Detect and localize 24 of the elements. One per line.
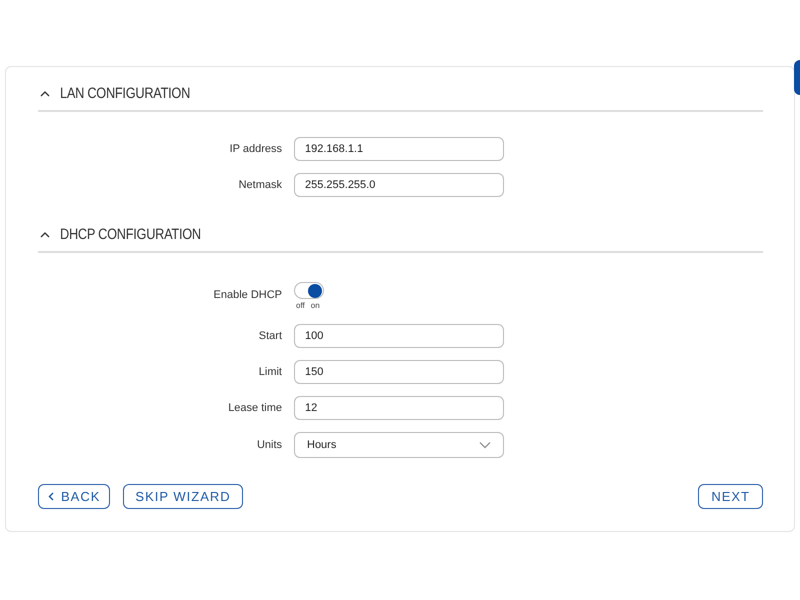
field-label: IP address	[230, 142, 282, 157]
field-label: Netmask	[238, 178, 282, 193]
off-text: off	[296, 300, 305, 312]
text-field[interactable]: 192.168.1.1	[294, 137, 504, 161]
field-label: Lease time	[228, 400, 282, 416]
chevron-left-icon	[48, 492, 54, 501]
units-dropdown[interactable]: Hours	[294, 432, 504, 458]
text-field[interactable]: 150	[294, 360, 504, 384]
back-button[interactable]: BACK	[38, 484, 110, 509]
text-field[interactable]: 12	[294, 396, 504, 420]
next-button[interactable]: NEXT	[698, 484, 763, 509]
field-label: Enable DHCP	[214, 288, 282, 303]
skip-wizard-button[interactable]: SKIP WIZARD	[123, 484, 243, 509]
text-field[interactable]: 100	[294, 324, 504, 348]
field-label: Units	[256, 438, 282, 453]
side-tab[interactable]	[794, 60, 800, 95]
section-header[interactable]: LAN CONFIGURATION	[38, 83, 762, 105]
field-label: Start	[258, 328, 282, 344]
text-field[interactable]: 255.255.255.0	[294, 173, 504, 197]
field-label: Limit	[258, 364, 282, 380]
chevron-down-icon	[479, 441, 491, 449]
toggle-switch[interactable]	[294, 282, 324, 299]
section-header[interactable]: DHCP CONFIGURATION	[38, 224, 762, 246]
on-text: on	[310, 300, 320, 312]
